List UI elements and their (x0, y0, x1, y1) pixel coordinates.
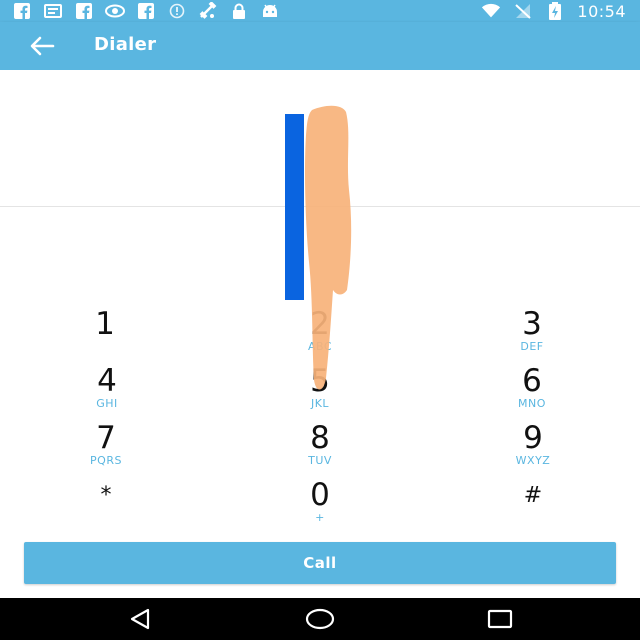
dial-key-5[interactable]: 5 JKL (245, 366, 395, 418)
call-button-label: Call (303, 554, 337, 572)
dial-key-letters: TUV (308, 454, 332, 467)
dial-key-digit: 7 (96, 420, 116, 456)
dial-key-letters: JKL (310, 397, 330, 410)
dial-key-digit: 4 (97, 363, 117, 399)
dial-key-1[interactable]: 1 (30, 309, 180, 361)
home-circle-icon (305, 608, 335, 630)
battery-charging-icon (545, 2, 565, 20)
dial-key-digit: 6 (522, 363, 542, 399)
clock: 10:54 (577, 1, 626, 21)
number-display[interactable] (0, 70, 640, 207)
dial-key-letters: DEF (520, 340, 544, 353)
dial-key-letters: GHI (96, 397, 118, 410)
dialer-screen: 10:54 Dialer 1 2 ABC 3 DEF 4 GHI 5 JKL 6… (0, 0, 640, 640)
dial-key-2[interactable]: 2 ABC (245, 309, 395, 361)
dial-key-digit: 8 (310, 420, 330, 456)
eye-icon (105, 2, 125, 20)
dial-key-8[interactable]: 8 TUV (245, 423, 395, 475)
call-button[interactable]: Call (24, 542, 616, 584)
nav-home-button[interactable] (298, 604, 342, 634)
facebook-icon (136, 2, 156, 20)
dial-key-letters: WXYZ (515, 454, 551, 467)
dial-key-digit: 0 (310, 477, 330, 513)
dial-key-digit: # (523, 483, 543, 508)
dial-key-star[interactable]: * (31, 480, 181, 532)
dial-key-digit: 9 (523, 420, 543, 456)
wifi-icon (481, 2, 501, 20)
back-button[interactable] (22, 30, 62, 62)
lock-icon (229, 2, 249, 20)
dial-key-letters: PQRS (90, 454, 122, 467)
dial-key-digit: 2 (310, 306, 330, 342)
message-icon (43, 2, 63, 20)
dial-key-4[interactable]: 4 GHI (32, 366, 182, 418)
nav-back-button[interactable] (118, 604, 162, 634)
facebook-icon (74, 2, 94, 20)
dial-key-letters: MNO (518, 397, 546, 410)
facebook-icon (12, 2, 32, 20)
dial-key-digit: 5 (310, 363, 330, 399)
notification-icons (12, 2, 280, 20)
dial-key-digit: 3 (522, 306, 542, 342)
dial-key-digit: * (100, 483, 112, 508)
no-signal-icon (513, 2, 533, 20)
dial-key-9[interactable]: 9 WXYZ (458, 423, 608, 475)
app-toolbar: Dialer (0, 22, 640, 70)
recents-square-icon (487, 609, 513, 629)
system-icons: 10:54 (481, 1, 626, 21)
dial-key-6[interactable]: 6 MNO (457, 366, 607, 418)
dial-key-3[interactable]: 3 DEF (457, 309, 607, 361)
nav-recents-button[interactable] (478, 604, 522, 634)
dial-key-7[interactable]: 7 PQRS (31, 423, 181, 475)
info-icon (167, 2, 187, 20)
back-triangle-icon (130, 608, 150, 630)
navigation-bar (0, 598, 640, 640)
dial-key-hash[interactable]: # (458, 480, 608, 532)
dial-key-letters: + (315, 511, 325, 524)
android-icon (260, 2, 280, 20)
status-bar: 10:54 (0, 0, 640, 22)
page-title: Dialer (94, 34, 157, 55)
dial-key-digit: 1 (95, 306, 115, 342)
dial-key-0[interactable]: 0 + (245, 480, 395, 532)
satellite-icon (198, 2, 218, 20)
dial-key-letters: ABC (307, 340, 333, 353)
arrow-back-icon (30, 36, 55, 56)
